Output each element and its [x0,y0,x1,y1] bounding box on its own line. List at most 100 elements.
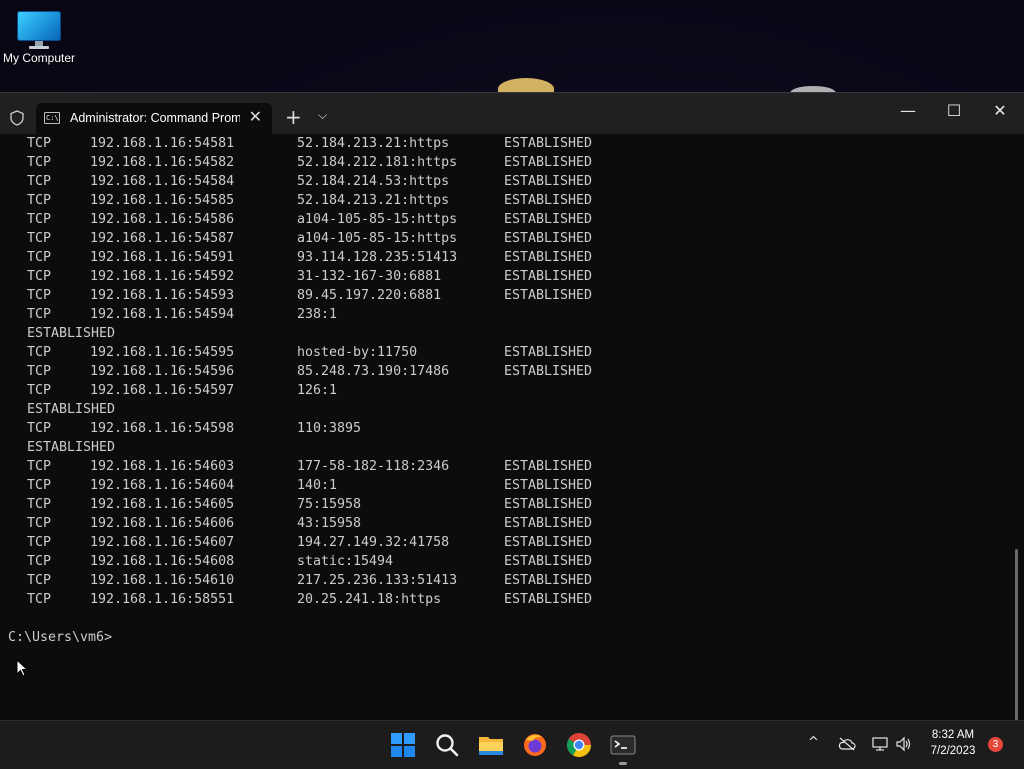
active-app-indicator [619,762,627,765]
clock[interactable]: 8:32 AM 7/2/2023 [918,727,988,759]
foreign-address-cell: 20.25.241.18:https [297,592,442,607]
maximize-button[interactable]: ☐ [931,101,977,120]
foreign-address-cell: 238:1 [297,307,338,322]
foreign-address-cell: 126:1 [297,383,338,398]
state-cell: ESTABLISHED [504,155,593,170]
command-prompt-icon: C:\ [44,112,60,124]
local-address-cell: 192.168.1.16:54607 [90,535,235,550]
foreign-address-cell: 110:3895 [297,421,362,436]
local-address-cell: 192.168.1.16:54598 [90,421,235,436]
local-address-cell: 192.168.1.16:54585 [90,193,235,208]
foreign-address-cell: 177-58-182-118:2346 [297,459,450,474]
monitor-icon [17,11,61,49]
local-address-cell: 192.168.1.16:54584 [90,174,235,189]
state-cell: ESTABLISHED [504,250,593,265]
clock-date: 7/2/2023 [930,745,976,757]
desktop-icon-label: My Computer [2,51,76,65]
state-cell: ESTABLISHED [504,231,593,246]
local-address-cell: 192.168.1.16:54603 [90,459,235,474]
local-address-cell: 192.168.1.16:54608 [90,554,235,569]
protocol-cell: TCP [27,307,52,322]
local-address-cell: 192.168.1.16:54592 [90,269,235,284]
state-cell: ESTABLISHED [504,193,593,208]
volume-icon[interactable] [895,736,913,752]
title-bar[interactable]: C:\ Administrator: Command Prompt ✕ + ⌵ … [0,93,1024,134]
local-address-cell: 192.168.1.16:54604 [90,478,235,493]
terminal-window: C:\ Administrator: Command Prompt ✕ + ⌵ … [0,92,1024,739]
protocol-cell: TCP [27,421,52,436]
cloud-offline-icon[interactable] [838,737,856,751]
local-address-cell: 192.168.1.16:54606 [90,516,235,531]
protocol-cell: TCP [27,573,52,588]
local-address-cell: 192.168.1.16:54594 [90,307,235,322]
local-address-cell: 192.168.1.16:54595 [90,345,235,360]
start-icon[interactable] [389,731,417,759]
tab-command-prompt[interactable]: C:\ Administrator: Command Prompt ✕ [36,103,272,134]
state-cell: ESTABLISHED [504,136,593,151]
foreign-address-cell: 194.27.149.32:41758 [297,535,450,550]
terminal-icon[interactable] [609,731,637,759]
protocol-cell: TCP [27,155,52,170]
foreign-address-cell: 43:15958 [297,516,362,531]
state-cell: ESTABLISHED [504,573,593,588]
command-prompt-line[interactable]: C:\Users\vm6> [8,628,112,647]
my-computer-desktop-icon[interactable]: My Computer [0,8,78,65]
protocol-cell: TCP [27,250,52,265]
chrome-icon[interactable] [565,731,593,759]
terminal-output[interactable]: TCP 192.168.1.16:58551 20.25.241.18:https E… [0,134,1024,739]
network-icon[interactable] [871,736,889,752]
protocol-cell: TCP [27,288,52,303]
protocol-cell: TCP [27,269,52,284]
local-address-cell: 192.168.1.16:54591 [90,250,235,265]
minimize-button[interactable]: — [885,101,931,120]
file-explorer-icon[interactable] [477,731,505,759]
foreign-address-cell: static:15494 [297,554,394,569]
protocol-cell: TCP [27,136,52,151]
state-cell: ESTABLISHED [504,212,593,227]
foreign-address-cell: 217.25.236.133:51413 [297,573,458,588]
mouse-pointer-icon [16,659,28,677]
foreign-address-cell: a104-105-85-15:https [297,212,458,227]
close-button[interactable]: ✕ [977,101,1023,120]
state-cell: ESTABLISHED [504,269,593,284]
local-address-cell: 192.168.1.16:54586 [90,212,235,227]
local-address-cell: 192.168.1.16:54587 [90,231,235,246]
state-cell: ESTABLISHED [504,345,593,360]
search-icon[interactable] [433,731,461,759]
shield-icon [10,110,24,126]
new-tab-button[interactable]: + [285,105,302,129]
firefox-icon[interactable] [521,731,549,759]
clock-time: 8:32 AM [931,729,975,741]
protocol-cell: TCP [27,193,52,208]
state-cell: ESTABLISHED [504,516,593,531]
protocol-cell: TCP [27,174,52,189]
state-cell: ESTABLISHED [504,174,593,189]
protocol-cell: TCP [27,478,52,493]
notification-badge[interactable]: 3 [988,737,1003,752]
foreign-address-cell: 75:15958 [297,497,362,512]
foreign-address-cell: 140:1 [297,478,338,493]
protocol-cell: TCP [27,383,52,398]
protocol-cell: TCP [27,364,52,379]
protocol-cell: TCP [27,535,52,550]
protocol-cell: TCP [27,231,52,246]
show-hidden-icons-button[interactable]: ^ [808,735,819,750]
foreign-address-cell: 52.184.212.181:https [297,155,458,170]
local-address-cell: 192.168.1.16:54597 [90,383,235,398]
foreign-address-cell: 52.184.213.21:https [297,193,450,208]
state-cell: ESTABLISHED [504,364,593,379]
protocol-cell: TCP [27,345,52,360]
local-address-cell: 192.168.1.16:54610 [90,573,235,588]
foreign-address-cell: 85.248.73.190:17486 [297,364,450,379]
tab-dropdown-button[interactable]: ⌵ [318,108,327,123]
scrollbar-thumb[interactable] [1015,549,1018,739]
local-address-cell: 192.168.1.16:54582 [90,155,235,170]
tab-title: Administrator: Command Prompt [70,111,240,125]
tab-close-button[interactable]: ✕ [249,107,262,126]
taskbar: ^ 8:32 AM 7/2/2023 3 [0,720,1024,769]
state-cell: ESTABLISHED [27,402,116,417]
foreign-address-cell: 31-132-167-30:6881 [297,269,442,284]
state-cell: ESTABLISHED [27,326,116,341]
local-address-cell: 192.168.1.16:54596 [90,364,235,379]
foreign-address-cell: a104-105-85-15:https [297,231,458,246]
